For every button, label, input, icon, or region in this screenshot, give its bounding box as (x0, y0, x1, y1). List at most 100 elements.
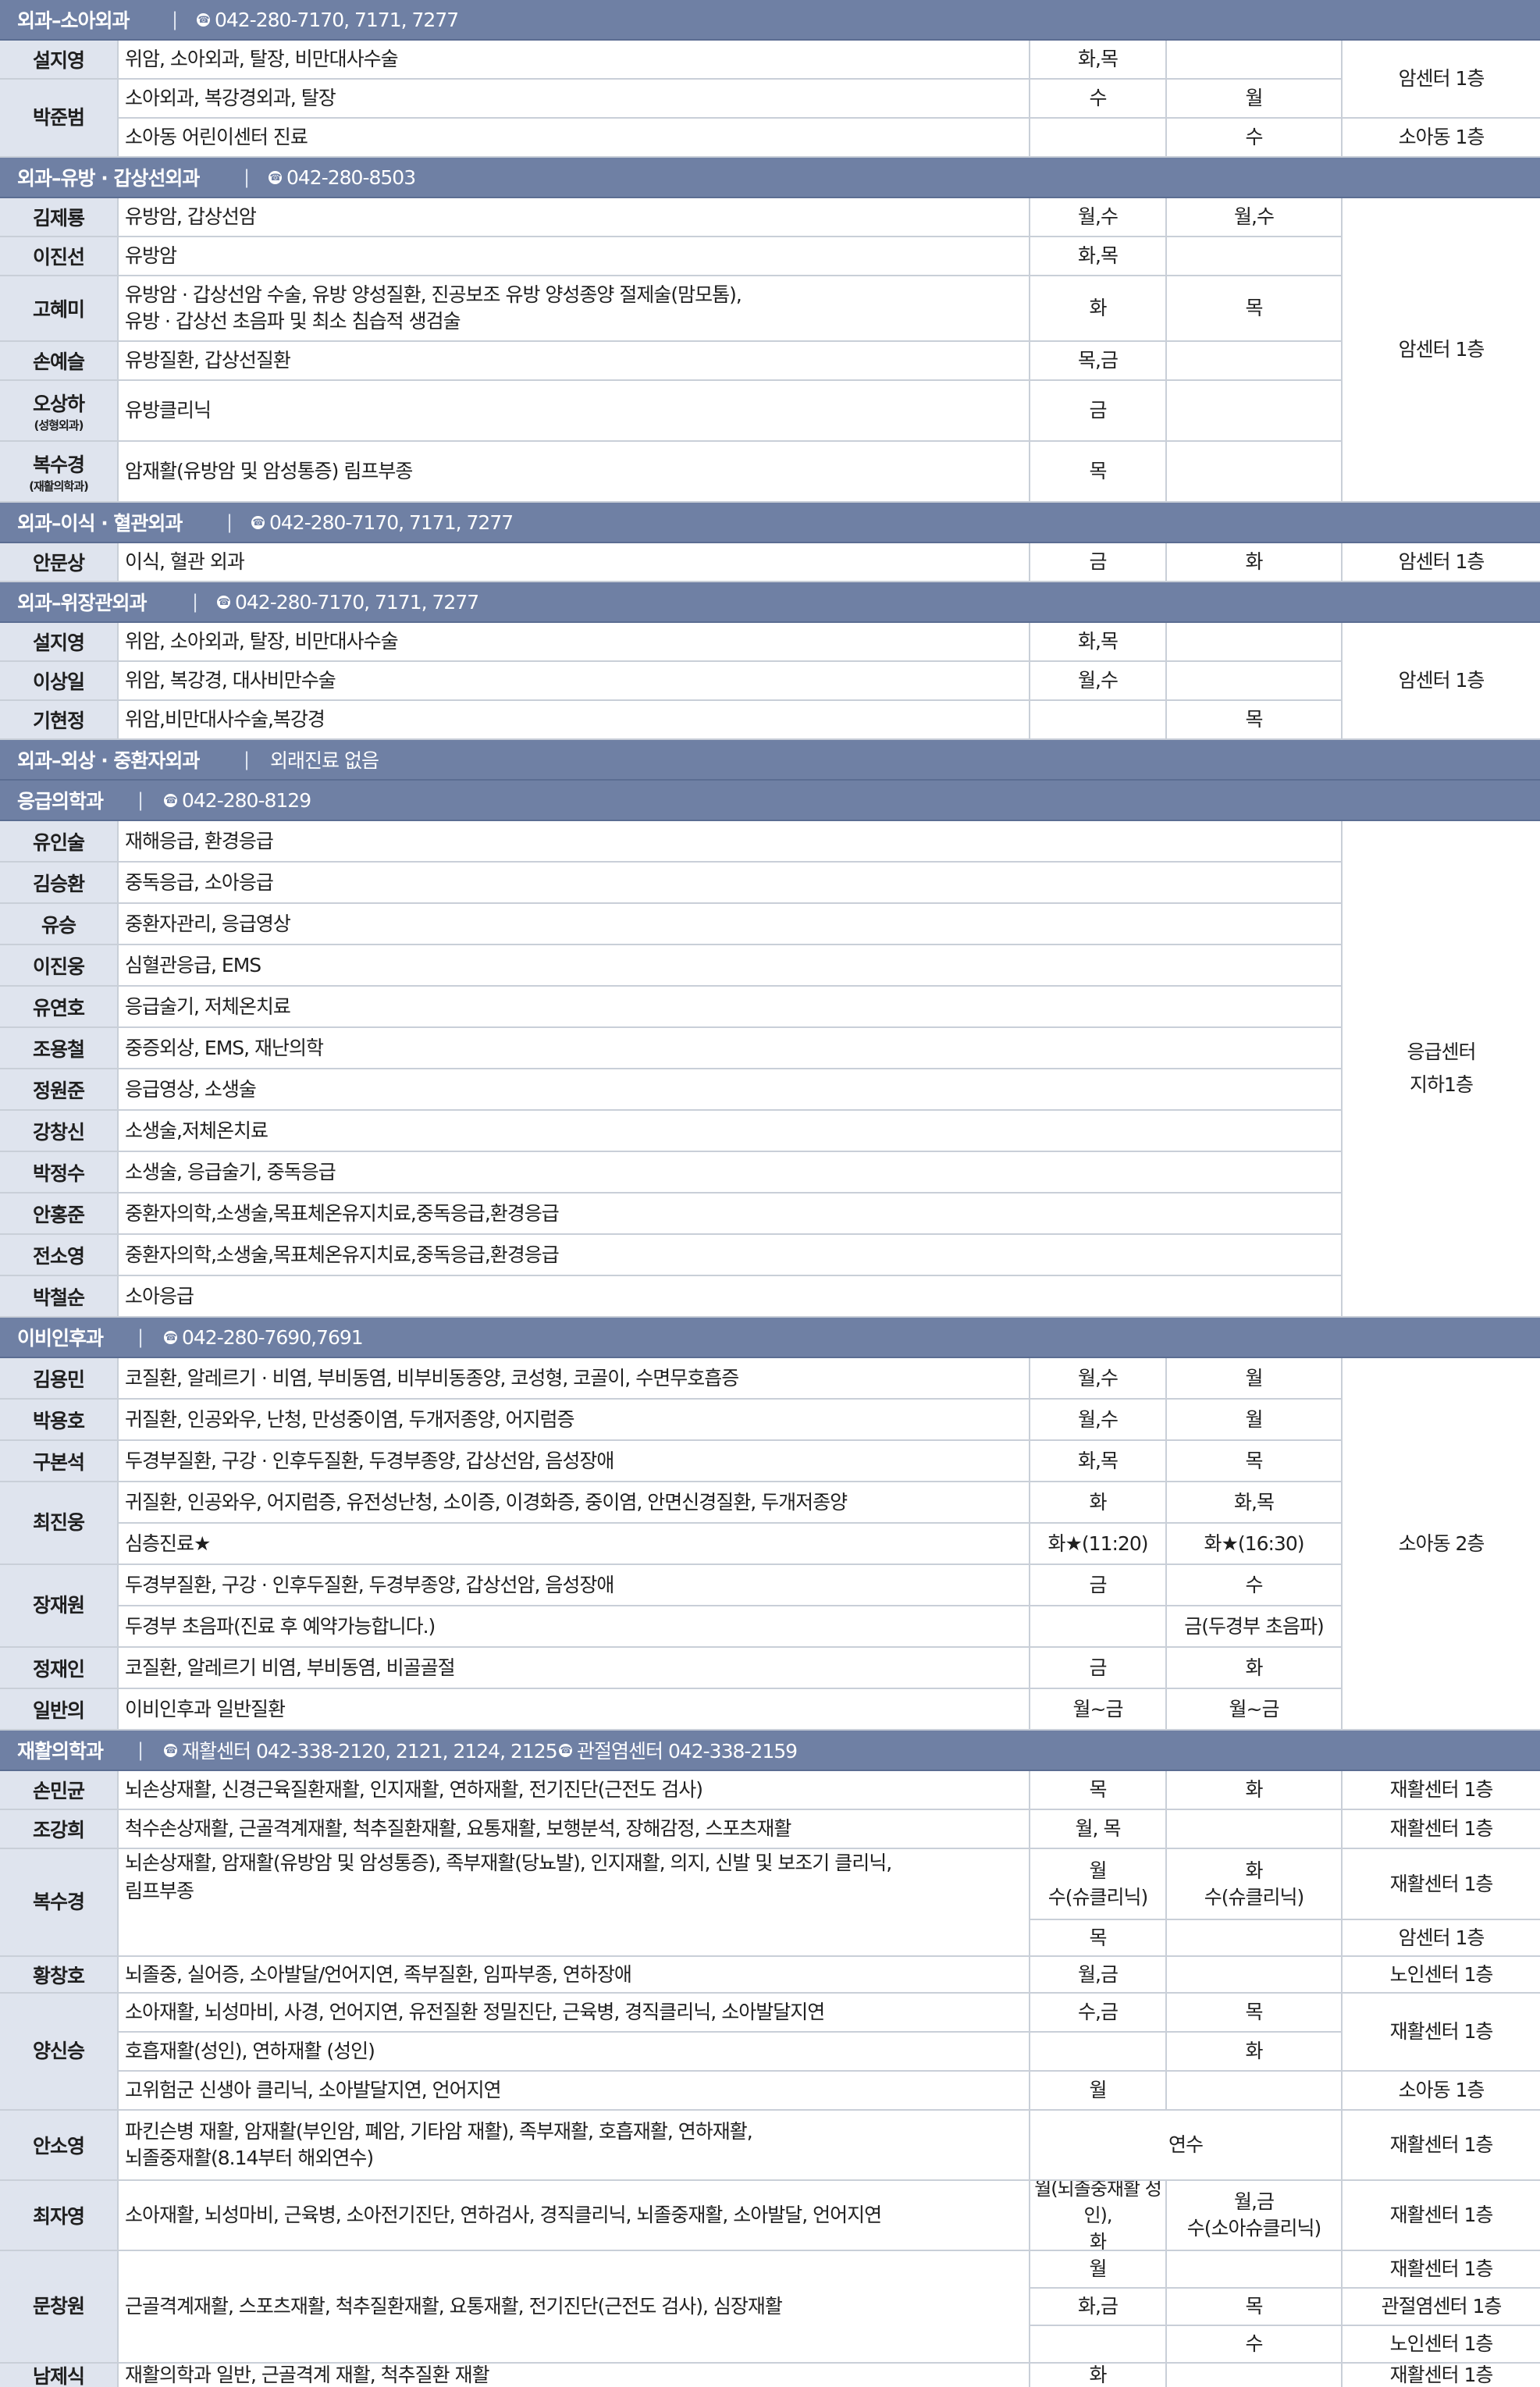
am-schedule: 화 (1030, 276, 1167, 340)
phone-icon: ☎ (164, 793, 177, 807)
pm-schedule: 화 (1167, 1771, 1343, 1809)
specialty: 뇌손상재활, 신경근육질환재활, 인지재활, 연하재활, 전기진단(근전도 검사… (119, 1771, 1030, 1809)
table-row: 박철순 소아응급 (0, 1276, 1540, 1318)
pm-schedule (1167, 662, 1343, 699)
am-schedule: 화,목 (1030, 623, 1167, 660)
doctor-name: 남제식 (0, 2364, 119, 2387)
specialty: 소생술,저체온치료 (119, 1111, 1343, 1151)
section-phone: ☎ 042-280-7170, 7171, 7277 (197, 8, 459, 31)
pm-schedule (1167, 623, 1343, 660)
section-phone: ☎ 042-280-7690,7691 (164, 1325, 364, 1349)
specialty: 귀질환, 인공와우, 어지럼증, 유전성난청, 소이증, 이경화증, 중이염, … (119, 1482, 1030, 1522)
table-row: 정재인 코질환, 알레르기 비염, 부비동염, 비골골절 금 화 (0, 1648, 1540, 1689)
section-title: 응급의학과 (17, 790, 104, 813)
table-row: 최자영 소아재활, 뇌성마비, 근육병, 소아전기진단, 연하검사, 경직클리닉… (0, 2181, 1540, 2251)
location: 소아동 1층 (1398, 126, 1485, 148)
specialty: 귀질환, 인공와우, 난청, 만성중이염, 두개저종양, 어지럼증 (119, 1400, 1030, 1439)
table-row: 안홍준 중환자의학,소생술,목표체온유지치료,중독응급,환경응급 (0, 1194, 1540, 1235)
table-row: 소아외과, 복강경외과, 탈장 수 월 (0, 80, 1540, 119)
pm-schedule: 월 (1167, 1400, 1343, 1439)
am-schedule: 목,금 (1030, 342, 1167, 379)
specialty: 응급영상, 소생술 (119, 1069, 1343, 1109)
am-schedule: 금 (1030, 1648, 1167, 1688)
am-schedule: 목 (1030, 1771, 1167, 1809)
am-schedule: 화,금 (1030, 2289, 1167, 2325)
doctor-name: 유인술 (0, 821, 119, 861)
table-row: 박정수 소생술, 응급술기, 중독응급 (0, 1152, 1540, 1194)
section-header: 응급의학과 | ☎ 042-280-8129 (0, 781, 1540, 821)
header-divider: | (226, 511, 233, 533)
specialty: 호흡재활(성인), 연하재활 (성인) (119, 2033, 1030, 2070)
section-title: 외과–이식 · 혈관외과 (17, 512, 183, 535)
table-row: 귀질환, 인공와우, 어지럼증, 유전성난청, 소이증, 이경화증, 중이염, … (0, 1482, 1540, 1524)
pm-schedule: 화 (1167, 543, 1343, 581)
table-row: 안문상 이식, 혈관 외과 금 화 암센터 1층 (0, 543, 1540, 582)
section-phone: ☎ 042-280-8129 (164, 788, 311, 812)
specialty: 유방암 · 갑상선암 수술, 유방 양성질환, 진공보조 유방 양성종양 절제술… (119, 276, 1030, 340)
section-title: 외과–소아외과 (17, 9, 130, 32)
am-schedule: 월,수 (1030, 1400, 1167, 1439)
am-schedule: 수,금 (1030, 1994, 1167, 2031)
doctor-name: 전소영 (0, 1235, 119, 1275)
pm-schedule: 월 (1167, 80, 1343, 117)
table-row: 정원준 응급영상, 소생술 (0, 1069, 1540, 1111)
specialty: 고위험군 신생아 클리닉, 소아발달지연, 언어지연 (119, 2072, 1030, 2109)
specialty: 유방암 (119, 237, 1030, 275)
specialty: 코질환, 알레르기 비염, 부비동염, 비골골절 (119, 1648, 1030, 1688)
am-schedule: 목 (1030, 442, 1167, 501)
specialty: 암재활(유방암 및 암성통증) 림프부종 (119, 442, 1030, 501)
section-phone: ☎ 042-280-7170, 7171, 7277 (217, 590, 479, 614)
am-schedule: 화 (1030, 2364, 1167, 2387)
table-row: 김용민 코질환, 알레르기 · 비염, 부비동염, 비부비동종양, 코성형, 코… (0, 1358, 1540, 1400)
specialty: 소아응급 (119, 1276, 1343, 1316)
am-schedule (1030, 2326, 1167, 2362)
pm-schedule (1167, 41, 1343, 78)
doctor-name: 유승 (0, 904, 119, 944)
doctor-name: 김용민 (0, 1358, 119, 1398)
section-header: 외과–이식 · 혈관외과 | ☎ 042-280-7170, 7171, 7277 (0, 503, 1540, 543)
doctor-name: 박용호 (0, 1400, 119, 1439)
section-phone: ☎ 042-280-7170, 7171, 7277 (251, 510, 514, 534)
specialty: 뇌손상재활, 암재활(유방암 및 암성통증), 족부재활(당뇨발), 인지재활,… (119, 1849, 1030, 1957)
header-divider: | (172, 9, 179, 30)
doctor-name: 문창원 (0, 2251, 119, 2364)
am-schedule: 월, 목 (1030, 1810, 1167, 1848)
doctor-name: 이진웅 (0, 945, 119, 985)
doctor-name: 이진선 (0, 237, 119, 275)
pm-schedule: 목 (1167, 2289, 1343, 2325)
doctor-name: 일반의 (0, 1689, 119, 1729)
am-schedule: 월 수(슈클리닉) (1030, 1849, 1167, 1919)
table-row: 조용철 중증외상, EMS, 재난의학 (0, 1028, 1540, 1069)
specialty: 이비인후과 일반질환 (119, 1689, 1030, 1729)
header-divider: | (137, 789, 144, 811)
pm-schedule: 화,목 (1167, 1482, 1343, 1522)
table-row: 유연호 응급술기, 저체온치료 (0, 987, 1540, 1028)
pm-schedule: 월,수 (1167, 198, 1343, 236)
am-schedule: 금 (1030, 1565, 1167, 1605)
location: 재활센터 1층 (1389, 2133, 1494, 2156)
specialty: 소아재활, 뇌성마비, 근육병, 소아전기진단, 연하검사, 경직클리닉, 뇌졸… (119, 2181, 1030, 2250)
location: 응급센터 지하1층 (1343, 821, 1540, 1318)
doctor-name: 기현정 (0, 701, 119, 738)
phone-icon: ☎ (251, 515, 265, 529)
table-row: 오상하 (성형외과) 유방클리닉 금 (0, 381, 1540, 442)
table-row: 기현정 위암,비만대사수술,복강경 목 (0, 701, 1540, 740)
table-row: 안소영 파킨슨병 재활, 암재활(부인암, 폐암, 기타암 재활), 족부재활,… (0, 2111, 1540, 2181)
am-schedule: 월,금 (1030, 1957, 1167, 1992)
am-schedule: 월~금 (1030, 1689, 1167, 1729)
table-row: 호흡재활(성인), 연하재활 (성인) 화 (0, 2033, 1540, 2072)
section-phone: ☎ 재활센터 042-338-2120, 2121, 2124, 2125 (164, 1740, 558, 1763)
doctor-name: 구본석 (0, 1441, 119, 1481)
am-schedule: 월,수 (1030, 662, 1167, 699)
doctor-name: 김승환 (0, 863, 119, 902)
doctor-name: 복수경 (재활의학과) (0, 442, 119, 501)
table-row: 남제식 재활의학과 일반, 근골격계 재활, 척추질환 재활 화 재활센터 1층 (0, 2364, 1540, 2387)
specialty: 소아외과, 복강경외과, 탈장 (119, 80, 1030, 117)
section-note: 외래진료 없음 (270, 749, 379, 772)
section-header: 외과–외상 · 중환자외과 | 외래진료 없음 (0, 740, 1540, 781)
table-row: 복수경 (재활의학과) 암재활(유방암 및 암성통증) 림프부종 목 (0, 442, 1540, 503)
specialty: 근골격계재활, 스포츠재활, 척추질환재활, 요통재활, 전기진단(근전도 검사… (119, 2251, 1030, 2364)
pm-schedule (1167, 237, 1343, 275)
location: 소아동 1층 (1398, 2079, 1485, 2101)
pm-schedule: 수 (1167, 119, 1343, 156)
